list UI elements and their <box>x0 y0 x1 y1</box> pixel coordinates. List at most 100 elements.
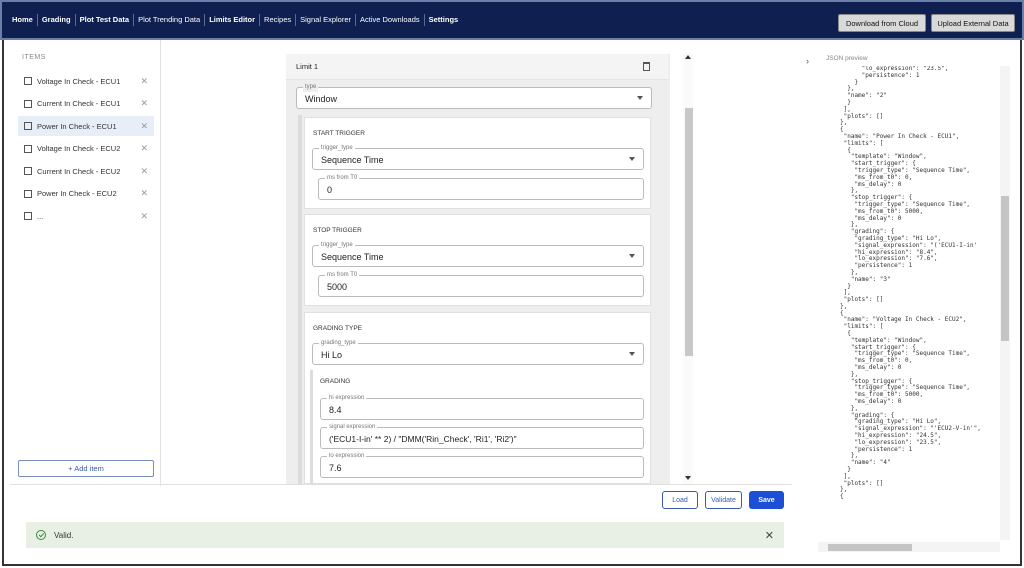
close-icon[interactable]: ✕ <box>765 529 774 542</box>
lo-expression-field[interactable]: lo expression 7.6 <box>320 452 644 478</box>
upload-external-data-button[interactable]: Upload External Data <box>931 14 1015 32</box>
list-item[interactable]: ... ✕ <box>18 206 154 226</box>
stop-trigger-type-value: Sequence Time <box>321 252 384 262</box>
item-checkbox[interactable] <box>24 77 32 85</box>
item-checkbox[interactable] <box>24 167 32 175</box>
stop-trigger-type-label: trigger_type <box>319 241 355 250</box>
list-item[interactable]: Voltage In Check - ECU1 ✕ <box>18 71 154 91</box>
nav-limits-editor[interactable]: Limits Editor <box>205 14 261 26</box>
start-ms-value: 0 <box>327 185 333 195</box>
chevron-down-icon <box>637 96 643 100</box>
grading-title: GRADING <box>320 378 351 385</box>
add-item-button[interactable]: + Add item <box>18 460 154 477</box>
grading-bar <box>310 370 313 484</box>
chevron-right-icon[interactable]: › <box>806 56 809 66</box>
json-scroll-thumb[interactable] <box>1001 196 1009 341</box>
close-icon[interactable]: ✕ <box>140 211 148 222</box>
list-item[interactable]: Voltage In Check - ECU2 ✕ <box>18 139 154 159</box>
nav-active-downloads[interactable]: Active Downloads <box>356 14 425 26</box>
stop-trigger-title: STOP TRIGGER <box>313 227 362 234</box>
grading-type-select[interactable]: grading_type Hi Lo <box>312 339 644 365</box>
item-label: Power In Check - ECU2 <box>37 189 117 198</box>
type-select[interactable]: type Window <box>296 83 652 109</box>
nav-recipes[interactable]: Recipes <box>260 14 297 26</box>
grading-type-value: Hi Lo <box>321 350 343 360</box>
nav-settings[interactable]: Settings <box>425 14 463 26</box>
item-checkbox[interactable] <box>24 99 32 108</box>
save-button[interactable]: Save <box>749 491 784 509</box>
close-icon[interactable]: ✕ <box>140 76 148 87</box>
status-bar: Valid. ✕ <box>26 522 784 548</box>
editor-scroll-thumb[interactable] <box>685 108 693 356</box>
signal-expression-label: signal expression <box>327 423 378 432</box>
nav-signal-explorer[interactable]: Signal Explorer <box>296 14 356 26</box>
check-circle-icon <box>36 530 46 540</box>
top-navbar: Home Grading Plot Test Data Plot Trendin… <box>0 0 1024 40</box>
scroll-up-icon[interactable] <box>685 55 691 59</box>
hi-expression-field[interactable]: hi expression 8.4 <box>320 394 644 420</box>
grading-type-title: GRADING TYPE <box>313 325 363 332</box>
type-value: Window <box>305 94 338 104</box>
chevron-down-icon <box>629 254 635 258</box>
nav-grading[interactable]: Grading <box>38 14 76 26</box>
list-item[interactable]: Power In Check - ECU2 ✕ <box>18 184 154 204</box>
list-item-selected[interactable]: Power In Check - ECU1 ✕ <box>18 116 154 136</box>
stop-ms-value: 5000 <box>327 282 348 292</box>
lo-expression-value: 7.6 <box>329 463 342 473</box>
stop-ms-field[interactable]: ms from T0 5000 <box>318 271 644 297</box>
close-icon[interactable]: ✕ <box>140 98 148 109</box>
item-label: Current In Check - ECU2 <box>37 166 121 176</box>
item-label: ... <box>37 211 44 221</box>
start-trigger-title: START TRIGGER <box>313 130 365 137</box>
grading-type-label: grading_type <box>319 339 358 348</box>
json-preview-text: "lo_expression": "23.5", "persistence": … <box>840 66 981 501</box>
main-nav: Home Grading Plot Test Data Plot Trendin… <box>8 14 462 26</box>
item-label: Current In Check - ECU1 <box>37 99 121 108</box>
json-hscroll-thumb[interactable] <box>828 544 912 551</box>
items-panel: ITEMS Voltage In Check - ECU1 ✕ Current … <box>18 54 158 229</box>
nav-plot-test-data[interactable]: Plot Test Data <box>76 14 135 26</box>
hi-expression-value: 8.4 <box>329 405 342 415</box>
items-title: ITEMS <box>22 54 46 61</box>
stop-trigger-type-select[interactable]: trigger_type Sequence Time <box>312 241 644 267</box>
validate-button[interactable]: Validate <box>705 491 742 509</box>
close-icon[interactable]: ✕ <box>140 143 148 154</box>
item-checkbox[interactable] <box>24 189 32 198</box>
limit-title: Limit 1 <box>296 62 319 71</box>
status-text: Valid. <box>54 530 74 540</box>
section-bar <box>298 115 302 485</box>
item-checkbox[interactable] <box>24 212 32 220</box>
list-item[interactable]: Current In Check - ECU2 ✕ <box>18 161 154 181</box>
start-trigger-type-select[interactable]: trigger_type Sequence Time <box>312 144 644 170</box>
item-checkbox[interactable] <box>24 122 32 130</box>
start-ms-label: ms from T0 <box>325 174 360 183</box>
trash-icon[interactable] <box>643 62 650 71</box>
close-icon[interactable]: ✕ <box>140 166 148 177</box>
close-icon[interactable]: ✕ <box>140 188 148 199</box>
json-preview-title: JSON preview <box>826 55 868 62</box>
nav-plot-trending-data[interactable]: Plot Trending Data <box>134 14 206 26</box>
start-trigger-type-value: Sequence Time <box>321 155 384 165</box>
list-item[interactable]: Current In Check - ECU1 ✕ <box>18 94 154 114</box>
nav-home[interactable]: Home <box>8 14 38 26</box>
item-checkbox[interactable] <box>24 144 32 153</box>
download-from-cloud-button[interactable]: Download from Cloud <box>838 14 926 32</box>
item-label: Voltage In Check - ECU1 <box>37 76 121 86</box>
item-label: Voltage In Check - ECU2 <box>37 144 121 153</box>
chevron-down-icon <box>629 352 635 356</box>
start-trigger-type-label: trigger_type <box>319 144 355 153</box>
chevron-down-icon <box>629 157 635 161</box>
type-label: type <box>303 83 319 92</box>
lo-expression-label: lo expression <box>327 452 367 461</box>
close-icon[interactable]: ✕ <box>140 121 148 132</box>
signal-expression-field[interactable]: signal expression ('ECU1-I-in' ** 2) / "… <box>320 423 644 449</box>
panel-divider <box>160 40 161 486</box>
start-ms-field[interactable]: ms from T0 0 <box>318 174 644 200</box>
hi-expression-label: hi expression <box>327 394 367 403</box>
item-label: Power In Check - ECU1 <box>37 121 117 131</box>
json-preview: "lo_expression": "23.5", "persistence": … <box>818 66 1010 542</box>
load-button[interactable]: Load <box>662 491 698 509</box>
divider <box>10 484 792 485</box>
limit-header: Limit 1 <box>286 54 668 80</box>
scroll-down-icon[interactable] <box>685 476 691 480</box>
